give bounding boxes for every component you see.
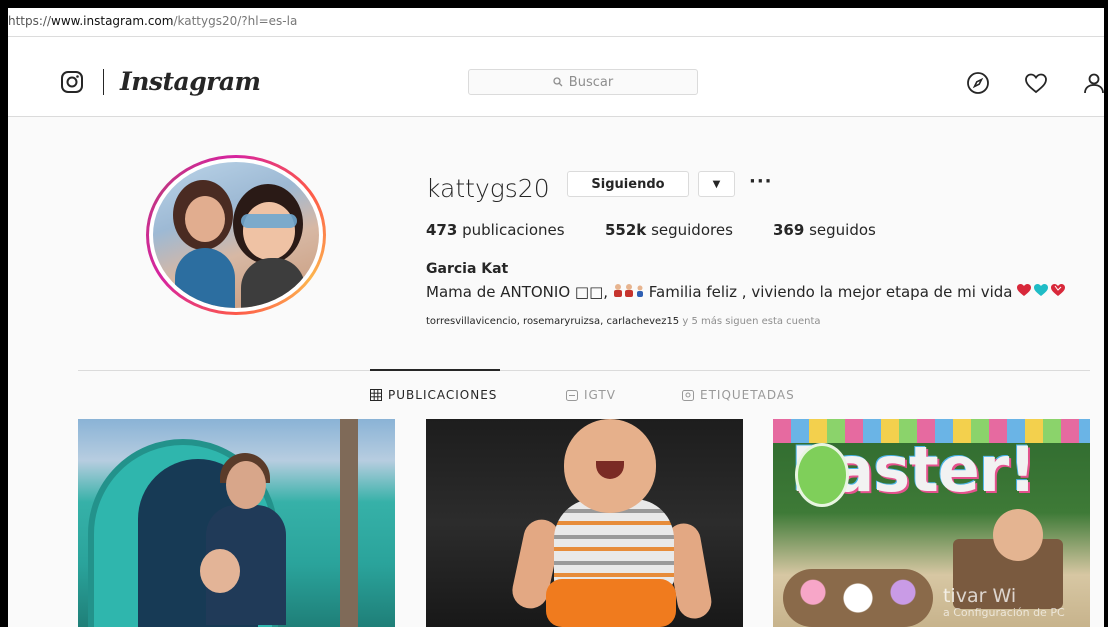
tab-igtv[interactable]: IGTV bbox=[566, 388, 616, 402]
following-button[interactable]: Siguiendo bbox=[567, 171, 689, 197]
following-number: 369 bbox=[773, 221, 805, 239]
avatar-photo bbox=[153, 162, 319, 308]
igtv-icon bbox=[566, 390, 578, 401]
post-image-baby bbox=[993, 509, 1043, 561]
avatar-face-2 bbox=[243, 202, 295, 260]
post-image-egg bbox=[795, 443, 849, 507]
grid-icon bbox=[370, 389, 382, 401]
camera-icon[interactable] bbox=[60, 70, 84, 94]
search-input[interactable]: Buscar bbox=[468, 69, 698, 95]
posts-label: publicaciones bbox=[457, 221, 565, 239]
tab-label: ETIQUETADAS bbox=[700, 388, 795, 402]
avatar-sunglasses bbox=[241, 214, 297, 228]
active-tab-indicator bbox=[370, 369, 500, 371]
post-image-baby bbox=[200, 549, 240, 593]
followed-by-text[interactable]: torresvillavicencio, rosemaryruizsa, car… bbox=[426, 316, 821, 327]
suggestions-dropdown-button[interactable]: ▼ bbox=[698, 171, 735, 197]
header-divider bbox=[103, 69, 104, 95]
windows-activation-subtext: a Configuración de PC bbox=[943, 606, 1065, 619]
url-prefix: https:// bbox=[8, 14, 52, 28]
avatar-body-1 bbox=[175, 248, 235, 308]
following-link[interactable]: 369 seguidos bbox=[773, 221, 876, 239]
hearts-emoji-icon bbox=[1017, 283, 1067, 301]
tab-label: PUBLICACIONES bbox=[388, 388, 498, 402]
avatar-border bbox=[149, 158, 323, 312]
tab-label: IGTV bbox=[584, 388, 616, 402]
profile-avatar[interactable] bbox=[146, 155, 326, 315]
bio-text-start: Mama de ANTONIO □□, bbox=[426, 283, 609, 301]
post-image-pole bbox=[340, 419, 358, 627]
tag-icon bbox=[682, 390, 694, 401]
more-options-icon[interactable]: ··· bbox=[749, 171, 773, 192]
search-icon bbox=[553, 77, 563, 87]
post-thumbnail[interactable]: Easter! bbox=[773, 419, 1090, 627]
post-thumbnail[interactable] bbox=[426, 419, 743, 627]
avatar-body-2 bbox=[241, 258, 305, 308]
family-emoji-icon bbox=[613, 283, 649, 301]
url-path: /kattygs20/?hl=es-la bbox=[173, 14, 298, 28]
compass-icon[interactable] bbox=[966, 71, 990, 95]
bio-text-end: Familia feliz , viviendo la mejor etapa … bbox=[648, 283, 1013, 301]
followers-link[interactable]: 552k seguidores bbox=[605, 221, 733, 239]
following-label: seguidos bbox=[804, 221, 876, 239]
url-host: www.instagram.com bbox=[51, 14, 174, 28]
windows-activation-watermark: tivar Wi bbox=[943, 585, 1017, 607]
search-placeholder: Buscar bbox=[568, 74, 614, 90]
instagram-logo[interactable]: Instagram bbox=[120, 67, 261, 96]
caret-down-icon: ▼ bbox=[712, 178, 721, 190]
tab-publicaciones[interactable]: PUBLICACIONES bbox=[370, 388, 497, 402]
post-image-flowers bbox=[783, 569, 933, 627]
url-text[interactable]: https://www.instagram.com/kattygs20/?hl=… bbox=[8, 14, 297, 28]
followed-by-names: torresvillavicencio, rosemaryruizsa, car… bbox=[426, 316, 680, 327]
profile-full-name: Garcia Kat bbox=[426, 261, 509, 277]
instagram-header: Instagram Buscar bbox=[8, 37, 1104, 117]
posts-count: 473 publicaciones bbox=[426, 221, 565, 239]
post-image-person-face bbox=[226, 461, 266, 509]
avatar-face-1 bbox=[185, 196, 225, 242]
browser-frame: https://www.instagram.com/kattygs20/?hl=… bbox=[8, 8, 1104, 627]
url-bar[interactable]: https://www.instagram.com/kattygs20/?hl=… bbox=[8, 8, 1104, 37]
followers-number: 552k bbox=[605, 221, 647, 239]
posts-number: 473 bbox=[426, 221, 458, 239]
tab-etiquetadas[interactable]: ETIQUETADAS bbox=[682, 388, 795, 402]
heart-icon[interactable] bbox=[1024, 71, 1048, 95]
followed-by-suffix: y 5 más siguen esta cuenta bbox=[679, 316, 821, 327]
post-thumbnail[interactable] bbox=[78, 419, 395, 627]
profile-bio: Mama de ANTONIO □□, Familia feliz , vivi… bbox=[426, 283, 1067, 301]
profile-username: kattygs20 bbox=[426, 174, 550, 203]
followers-label: seguidores bbox=[646, 221, 733, 239]
post-image-shorts bbox=[546, 579, 676, 627]
user-icon[interactable] bbox=[1082, 71, 1104, 95]
tabs-divider bbox=[78, 370, 1090, 371]
